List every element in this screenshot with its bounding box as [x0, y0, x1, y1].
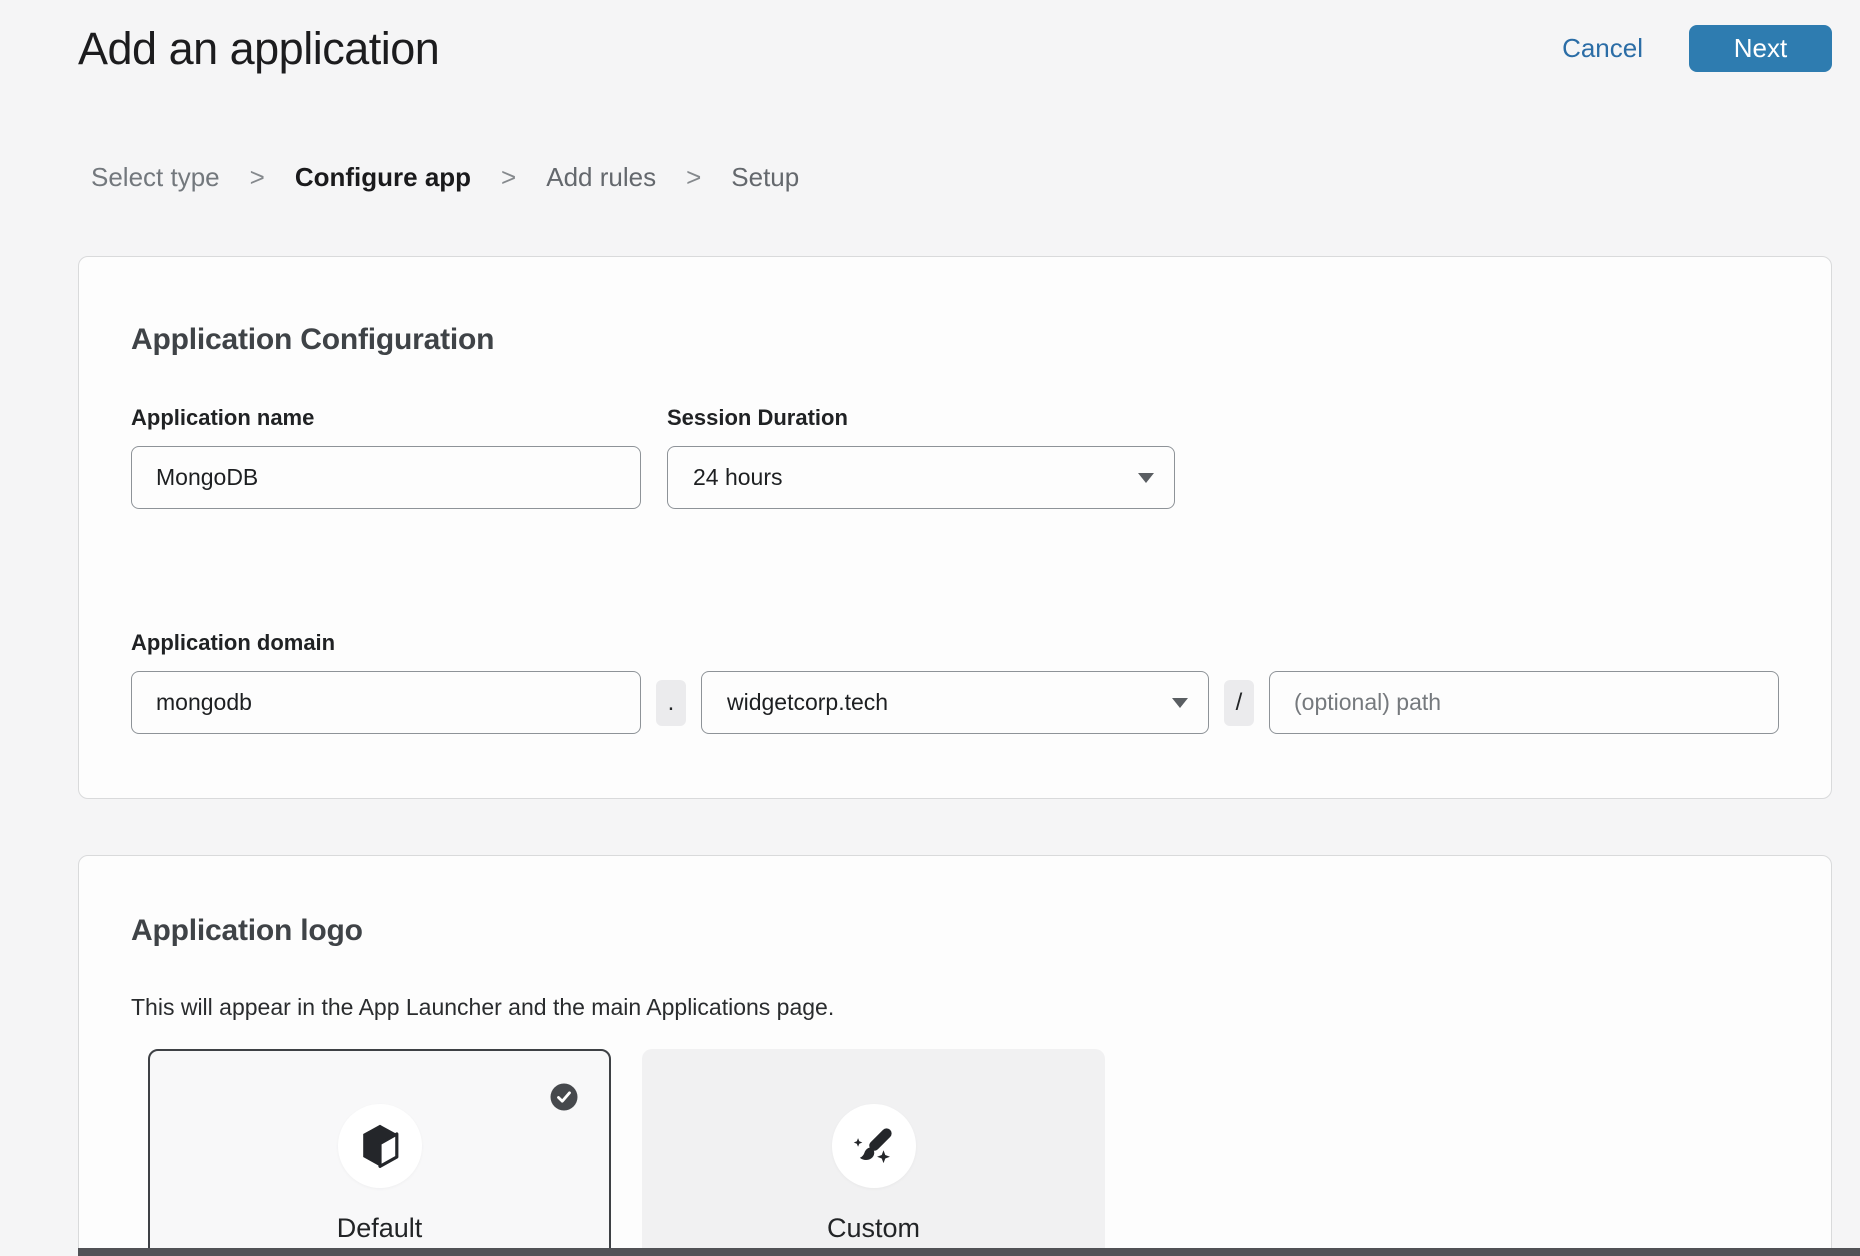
logo-option-label: Custom [827, 1213, 920, 1244]
add-application-page: Add an application Cancel Next Select ty… [0, 0, 1860, 1256]
path-input[interactable] [1269, 671, 1779, 734]
breadcrumb-step-setup[interactable]: Setup [731, 162, 799, 193]
page-title: Add an application [78, 22, 439, 76]
breadcrumb-separator-icon: > [250, 162, 265, 193]
breadcrumb-separator-icon: > [501, 162, 516, 193]
page-header: Add an application Cancel Next [0, 0, 1860, 76]
bottom-scrollbar[interactable] [78, 1248, 1860, 1256]
slash-separator: / [1224, 680, 1254, 726]
next-button[interactable]: Next [1689, 25, 1832, 72]
application-configuration-card: Application Configuration Application na… [78, 256, 1832, 799]
session-duration-value: 24 hours [693, 464, 783, 491]
cancel-button[interactable]: Cancel [1562, 33, 1643, 64]
name-session-row: Application name Session Duration 24 hou… [131, 405, 1779, 509]
session-duration-field: Session Duration 24 hours [667, 405, 1175, 509]
application-name-label: Application name [131, 405, 641, 431]
logo-options: Default Custom [148, 1049, 1779, 1256]
application-domain-row: . widgetcorp.tech / [131, 671, 1779, 734]
breadcrumb-step-add-rules[interactable]: Add rules [546, 162, 656, 193]
chevron-down-icon [1172, 698, 1188, 708]
header-actions: Cancel Next [1562, 22, 1832, 72]
chevron-down-icon [1138, 473, 1154, 483]
cube-icon [358, 1123, 402, 1169]
session-duration-label: Session Duration [667, 405, 1175, 431]
domain-select-value: widgetcorp.tech [727, 689, 888, 716]
session-duration-select[interactable]: 24 hours [667, 446, 1175, 509]
breadcrumb: Select type > Configure app > Add rules … [91, 162, 1860, 193]
logo-option-label: Default [337, 1213, 423, 1244]
logo-card-title: Application logo [131, 914, 1779, 948]
paintbrush-icon [851, 1123, 897, 1169]
application-name-input[interactable] [131, 446, 641, 509]
logo-option-custom[interactable]: Custom [642, 1049, 1105, 1256]
dot-separator: . [656, 680, 686, 726]
logo-option-default[interactable]: Default [148, 1049, 611, 1256]
domain-select[interactable]: widgetcorp.tech [701, 671, 1209, 734]
configuration-card-title: Application Configuration [131, 323, 1779, 357]
application-name-field: Application name [131, 405, 641, 509]
logo-card-description: This will appear in the App Launcher and… [131, 994, 1779, 1021]
selected-check-icon [550, 1083, 578, 1111]
breadcrumb-step-select-type[interactable]: Select type [91, 162, 220, 193]
default-logo-circle [338, 1104, 422, 1188]
breadcrumb-step-configure-app[interactable]: Configure app [295, 162, 471, 193]
application-logo-card: Application logo This will appear in the… [78, 855, 1832, 1256]
application-domain-label: Application domain [131, 630, 1779, 656]
custom-logo-circle [832, 1104, 916, 1188]
subdomain-input[interactable] [131, 671, 641, 734]
breadcrumb-separator-icon: > [686, 162, 701, 193]
